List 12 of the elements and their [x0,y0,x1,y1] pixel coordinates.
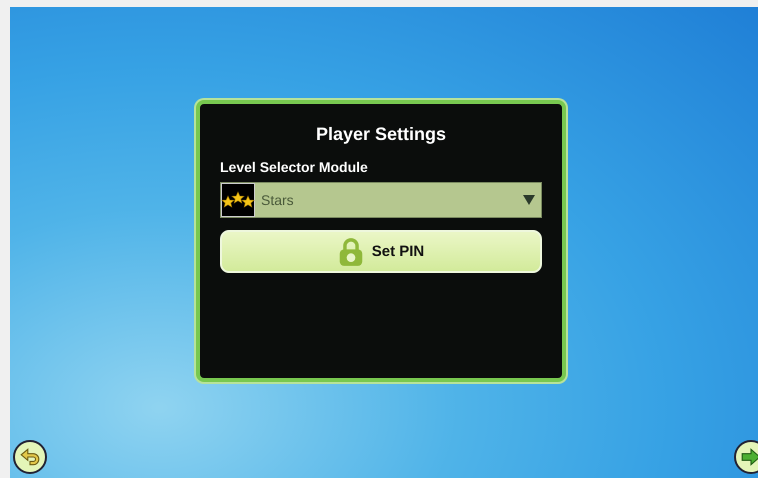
caret-icon [523,195,535,205]
padlock-icon [338,236,364,266]
back-button[interactable] [13,440,47,474]
dialog-title: Player Settings [316,124,446,145]
set-pin-button[interactable]: Set PIN [220,230,542,273]
next-button[interactable] [734,440,758,474]
right-arrow-icon [740,446,758,468]
stars-icon [221,183,255,217]
dropdown-value: Stars [261,192,295,208]
module-dropdown[interactable]: Stars [220,182,542,218]
field-label: Level Selector Module [220,159,368,175]
back-arrow-icon [19,446,41,468]
